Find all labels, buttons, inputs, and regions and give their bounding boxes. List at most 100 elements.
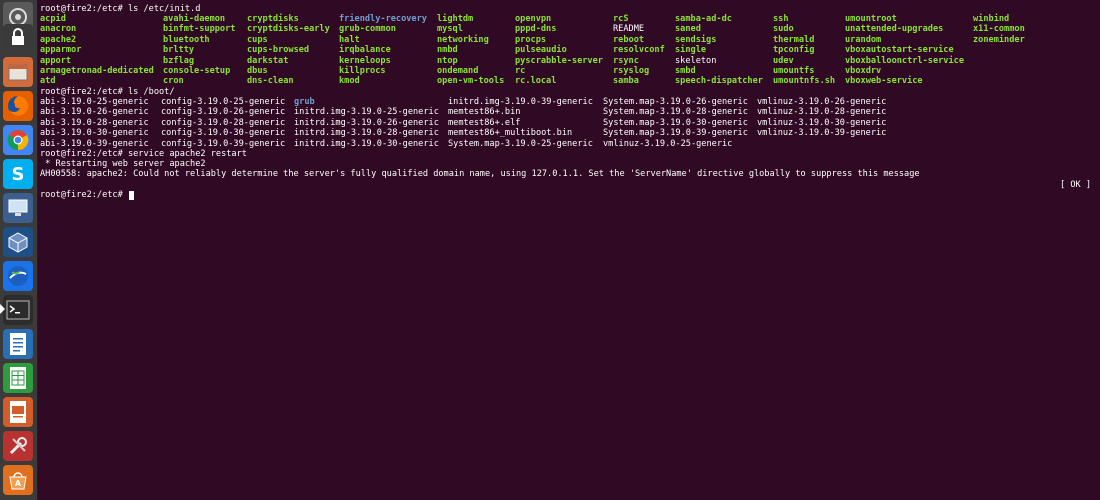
active-indicator xyxy=(0,304,5,314)
listing-entry: umountnfs.sh xyxy=(773,76,836,87)
listing-entry: open-vm-tools xyxy=(437,76,505,87)
listing-entry: unattended-upgrades xyxy=(845,24,944,35)
listing-entry: vboxballoonctrl-service xyxy=(845,55,964,66)
unity-launcher: SA xyxy=(0,0,38,500)
listing-entry: udev xyxy=(773,55,794,66)
listing-row: abi-3.19.0-26-generic config-3.19.0-26-ge… xyxy=(40,107,1096,118)
listing-entry: grub-common xyxy=(339,24,396,35)
firefox-icon-glyph xyxy=(8,95,29,116)
listing-row: apport bzflag darkstat kerneloops ntop pyscra… xyxy=(40,56,1096,67)
listing-entry: winbind xyxy=(973,14,1010,24)
listing-entry: initrd.img-3.19.0-39-generic xyxy=(448,97,593,107)
listing-entry: pyscrabble-server xyxy=(515,55,603,66)
terminal-window[interactable]: root@fire2:/etc# ls /etc/init.d acpid ava… xyxy=(38,0,1100,500)
listing-entry: apache2 xyxy=(40,34,77,45)
lock-icon[interactable] xyxy=(3,24,33,50)
listing-entry: binfmt-support xyxy=(163,24,236,35)
listing-entry: System.map-3.19.0-28-generic xyxy=(603,107,748,118)
remote-desktop-icon[interactable] xyxy=(3,193,33,223)
listing-entry: speech-dispatcher xyxy=(675,76,763,87)
prompt-line[interactable]: root@fire2:/etc# xyxy=(40,190,1096,201)
listing-entry: System.map-3.19.0-26-generic xyxy=(603,97,748,107)
listing-entry: cups-browsed xyxy=(247,45,310,56)
listing-entry: networking xyxy=(437,34,489,45)
listing-entry: brltty xyxy=(163,45,195,56)
listing-entry: zoneminder xyxy=(973,34,1025,45)
listing-entry: memtest86+_multiboot.bin xyxy=(448,128,573,139)
listing-entry: anacron xyxy=(40,24,77,35)
software-center-icon-glyph: A xyxy=(9,472,27,490)
software-center-icon[interactable]: A xyxy=(3,465,33,495)
listing-entry: abi-3.19.0-39-generic xyxy=(40,138,149,149)
listing-entry: kerneloops xyxy=(339,55,391,66)
listing-row: abi-3.19.0-28-generic config-3.19.0-28-ge… xyxy=(40,118,1096,129)
listing-entry: saned xyxy=(675,24,701,35)
listing-entry: vmlinuz-3.19.0-28-generic xyxy=(757,107,887,118)
listing-entry: pulseaudio xyxy=(515,45,567,56)
prompt: root@fire2:/etc# xyxy=(40,190,128,200)
warning-line: AH00558: apache2: Could not reliably det… xyxy=(40,169,920,179)
listing-row: armagetronad-dedicated console-setup dbus k… xyxy=(40,66,1096,77)
listing-entry: vmlinuz-3.19.0-26-generic xyxy=(757,97,887,107)
skype-icon[interactable]: S xyxy=(3,159,33,189)
impress-icon[interactable] xyxy=(3,397,33,427)
listing-entry: ntop xyxy=(437,55,458,66)
listing-entry: System.map-3.19.0-30-generic xyxy=(603,117,748,128)
files-icon[interactable] xyxy=(3,57,33,87)
listing-entry: vboxweb-service xyxy=(845,76,923,87)
listing-entry: tpconfig xyxy=(773,45,815,56)
listing-entry: rsyslog xyxy=(613,66,650,76)
listing-entry: pppd-dns xyxy=(515,24,557,35)
listing-entry: memtest86+.bin xyxy=(448,107,521,118)
chrome-icon[interactable] xyxy=(3,125,33,155)
listing-entry: nmbd xyxy=(437,45,458,56)
listing-entry: config-3.19.0-30-generic xyxy=(161,128,286,139)
listing-entry: reboot xyxy=(613,34,645,45)
firefox-icon[interactable] xyxy=(3,91,33,121)
listing-entry: abi-3.19.0-26-generic xyxy=(40,107,149,118)
listing-entry: grub xyxy=(294,97,315,107)
listing-entry: rc.local xyxy=(515,76,557,87)
listing-entry: abi-3.19.0-25-generic xyxy=(40,97,149,107)
virtualbox-icon[interactable] xyxy=(3,227,33,257)
listing-row: atd cron dns-clean kmod open-vm-tools rc.loca… xyxy=(40,76,1096,87)
listing-entry: dbus xyxy=(247,66,268,76)
listing-entry: apport xyxy=(40,55,72,66)
listing-entry: abi-3.19.0-28-generic xyxy=(40,117,149,128)
listing-entry: irqbalance xyxy=(339,45,391,56)
listing-entry: vboxautostart-service xyxy=(845,45,954,56)
listing-entry: System.map-3.19.0-39-generic xyxy=(603,128,748,139)
files-icon-glyph xyxy=(8,64,28,81)
writer-icon[interactable] xyxy=(3,329,33,359)
calc-icon[interactable] xyxy=(3,363,33,393)
listing-entry: single xyxy=(675,45,707,56)
listing-entry: skeleton xyxy=(675,55,717,66)
settings-icon-glyph xyxy=(9,437,27,455)
listing-entry: bzflag xyxy=(163,55,195,66)
google-earth-icon[interactable] xyxy=(3,261,33,291)
svg-text:A: A xyxy=(15,479,22,488)
listing-row: anacron binfmt-support cryptdisks-early gru… xyxy=(40,24,1096,35)
remote-desktop-icon-glyph xyxy=(8,199,28,216)
listing-entry: x11-common xyxy=(973,24,1025,35)
impress-icon-glyph xyxy=(10,401,26,423)
listing-entry: bluetooth xyxy=(163,34,210,45)
listing-entry: vmlinuz-3.19.0-39-generic xyxy=(757,128,887,139)
listing-entry: apparmor xyxy=(40,45,82,56)
listing-entry: ondemand xyxy=(437,66,479,76)
listing-entry: ssh xyxy=(773,14,789,24)
listing-entry: umountroot xyxy=(845,14,897,24)
listing-entry: sudo xyxy=(773,24,794,35)
listing-entry: armagetronad-dedicated xyxy=(40,66,154,76)
listing-row: abi-3.19.0-25-generic config-3.19.0-25-ge… xyxy=(40,97,1096,108)
terminal-icon[interactable] xyxy=(3,295,33,325)
listing-entry: vmlinuz-3.19.0-25-generic xyxy=(603,138,733,149)
lock-icon-glyph xyxy=(12,28,24,45)
listing-entry: mysql xyxy=(437,24,463,35)
listing-entry: config-3.19.0-28-generic xyxy=(161,117,286,128)
settings-icon[interactable] xyxy=(3,431,33,461)
listing-entry: killprocs xyxy=(339,66,386,76)
google-earth-icon-glyph xyxy=(8,266,28,286)
listing-entry: samba xyxy=(613,76,639,87)
listing-entry: config-3.19.0-26-generic xyxy=(161,107,286,118)
